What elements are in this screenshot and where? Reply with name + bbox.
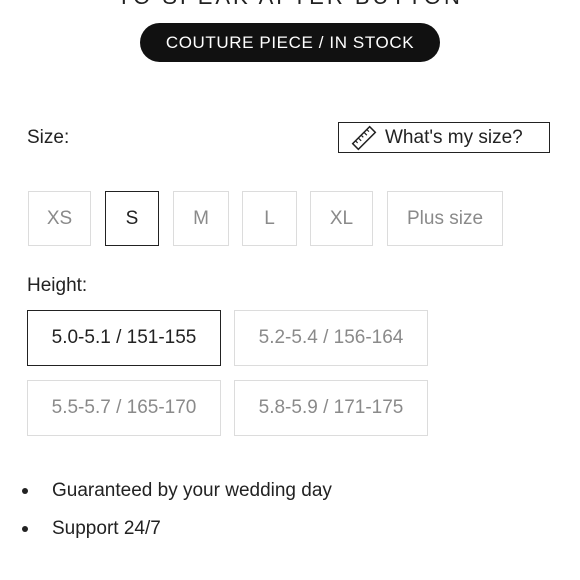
size-option-m[interactable]: M bbox=[173, 191, 229, 246]
height-option-1[interactable]: 5.0-5.1 / 151-155 bbox=[27, 310, 221, 366]
stock-status-badge: COUTURE PIECE / IN STOCK bbox=[140, 23, 440, 62]
page-title-cut-off: TO SPEAK AFTER BUTTON bbox=[0, 0, 580, 10]
size-guide-label: What's my size? bbox=[385, 126, 523, 148]
feature-text: Guaranteed by your wedding day bbox=[52, 480, 332, 501]
height-option-3[interactable]: 5.5-5.7 / 165-170 bbox=[27, 380, 221, 436]
size-option-l[interactable]: L bbox=[242, 191, 297, 246]
size-option-xs[interactable]: XS bbox=[28, 191, 91, 246]
size-label: Size: bbox=[27, 127, 70, 148]
feature-text: Support 24/7 bbox=[52, 518, 161, 539]
bullet-icon bbox=[22, 526, 28, 532]
size-guide-button[interactable]: What's my size? bbox=[338, 122, 550, 153]
list-item: Guaranteed by your wedding day bbox=[22, 472, 332, 510]
height-option-4[interactable]: 5.8-5.9 / 171-175 bbox=[234, 380, 428, 436]
height-label: Height: bbox=[27, 275, 88, 296]
height-option-2[interactable]: 5.2-5.4 / 156-164 bbox=[234, 310, 428, 366]
bullet-icon bbox=[22, 488, 28, 494]
size-option-plus-size[interactable]: Plus size bbox=[387, 191, 503, 246]
list-item: Support 24/7 bbox=[22, 510, 332, 548]
ruler-icon bbox=[351, 125, 377, 151]
size-option-s[interactable]: S bbox=[105, 191, 159, 246]
feature-list: Guaranteed by your wedding day Support 2… bbox=[22, 472, 332, 548]
size-option-xl[interactable]: XL bbox=[310, 191, 373, 246]
